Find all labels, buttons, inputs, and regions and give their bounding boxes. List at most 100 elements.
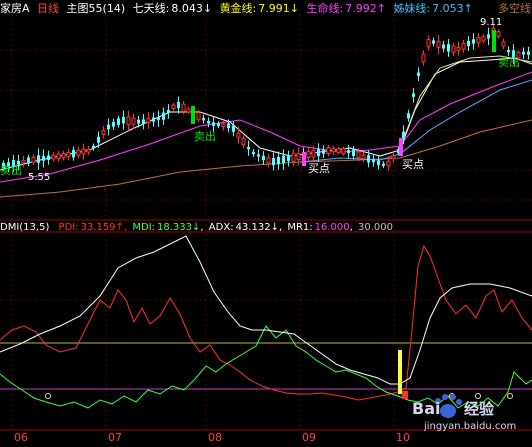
buy-signal-label: 买点 <box>402 158 424 171</box>
watermark-brand: Bai <box>412 399 441 418</box>
candle-body <box>282 155 285 164</box>
down-arrow-icon: ↓ <box>202 2 213 15</box>
candle-body <box>391 155 396 160</box>
life-line-label: 生命线: <box>306 2 344 15</box>
sell-signal-label: 卖出 <box>498 56 520 69</box>
candle-body <box>122 116 125 124</box>
stock-chart-window: 家房A 日线 主图55(14) 七天线: 8.043↓ 黄金线: 7.991↓ 生命… <box>0 0 532 447</box>
candle-body <box>221 123 226 127</box>
candle-body <box>252 151 255 155</box>
candle-body <box>202 118 205 121</box>
candle-body <box>341 148 346 155</box>
candle-body <box>432 40 435 44</box>
candle-body <box>142 119 145 124</box>
indicator-signal-dot <box>402 391 408 399</box>
candle-body <box>232 125 235 132</box>
chart-template-label[interactable]: 主图55 <box>67 2 103 15</box>
candle-body <box>507 50 510 53</box>
candle-body <box>257 154 260 157</box>
price-grid <box>0 49 532 201</box>
ma-magenta-line <box>0 71 532 183</box>
candle-body <box>287 156 290 162</box>
sell-signal-label: 卖出 <box>194 130 216 143</box>
candle-body <box>126 116 131 125</box>
candle-body <box>472 39 475 44</box>
candle-body <box>386 160 391 167</box>
candle-body <box>146 118 151 123</box>
candle-body <box>37 155 40 163</box>
candle-body <box>426 39 431 47</box>
month-label-10: 10 <box>396 431 410 444</box>
candle-body <box>487 34 490 39</box>
candle-body <box>421 53 426 63</box>
candle-body <box>27 157 30 164</box>
candle-body <box>291 153 296 162</box>
candle-body <box>186 108 191 113</box>
watermark-brand-suffix: 经验 <box>464 400 495 418</box>
sell-signal-bar <box>191 106 195 124</box>
month-label-06: 06 <box>14 431 28 444</box>
candle-body <box>266 157 271 164</box>
sister-line-value: 7.053 <box>432 2 464 15</box>
candle-body <box>236 132 241 138</box>
candle-body <box>47 155 50 160</box>
candle-body <box>66 152 71 158</box>
ma-brown-line <box>0 119 532 198</box>
candle-body <box>436 41 441 48</box>
candle-body <box>262 155 265 161</box>
indicator-params: (13,5) <box>19 222 50 233</box>
peak-price-label: 9.11 <box>480 17 503 28</box>
candle-body <box>81 148 86 155</box>
period-label[interactable]: 日线 <box>37 2 59 15</box>
candle-body <box>296 153 301 161</box>
candle-body <box>247 146 250 150</box>
candle-body <box>112 121 115 127</box>
month-label-09: 09 <box>302 431 316 444</box>
candle-body <box>277 156 280 165</box>
candle-body <box>367 155 370 163</box>
golden-line-label: 黄金线: <box>219 2 257 15</box>
ma7-label: 七天线: <box>132 2 170 15</box>
golden-line-value: 7.991 <box>258 2 290 15</box>
candle-body <box>51 154 56 160</box>
candle-body <box>476 37 481 44</box>
candle-body <box>326 147 331 155</box>
candle-body <box>86 148 91 153</box>
candle-body <box>496 31 501 37</box>
candle-body <box>377 160 380 166</box>
candle-body <box>412 93 415 97</box>
watermark-url: jingyan.baidu.com <box>424 421 517 432</box>
candle-body <box>467 40 470 47</box>
candle-body <box>317 148 320 157</box>
candle-body <box>157 117 160 120</box>
candle-body <box>181 103 186 112</box>
sell-signal-bar <box>492 30 496 52</box>
mr1-label: MR1: <box>287 222 313 233</box>
candle-body <box>117 118 120 125</box>
candle-body <box>336 148 341 154</box>
down-arrow-icon: ↓ <box>289 2 299 15</box>
ma7-value: 8.043 <box>171 2 203 15</box>
candle-body <box>456 47 461 51</box>
candle-body <box>347 150 350 154</box>
candle-body <box>131 117 136 125</box>
candle-body <box>331 148 336 153</box>
mdi-label: MDI: <box>132 222 156 233</box>
month-label-08: 08 <box>208 431 222 444</box>
candle-body <box>177 101 180 109</box>
candle-body <box>311 149 316 158</box>
pdi-value: 33.159 <box>80 222 116 233</box>
up-arrow-icon: ↑ <box>463 2 473 15</box>
candle-body <box>451 45 456 53</box>
indicator-name[interactable]: DMI <box>0 222 19 233</box>
down-arrow-icon: ↓ <box>270 222 279 233</box>
stock-name[interactable]: 家房A <box>0 2 30 15</box>
low-price-label: 5.55 <box>28 172 51 183</box>
candle-body <box>501 41 506 47</box>
candle-body <box>56 153 61 160</box>
candle-body <box>97 136 100 143</box>
extra-level-value: 30.000 <box>358 222 394 233</box>
candle-body <box>31 156 36 163</box>
candle-body <box>101 129 106 135</box>
candle-body <box>407 113 410 119</box>
